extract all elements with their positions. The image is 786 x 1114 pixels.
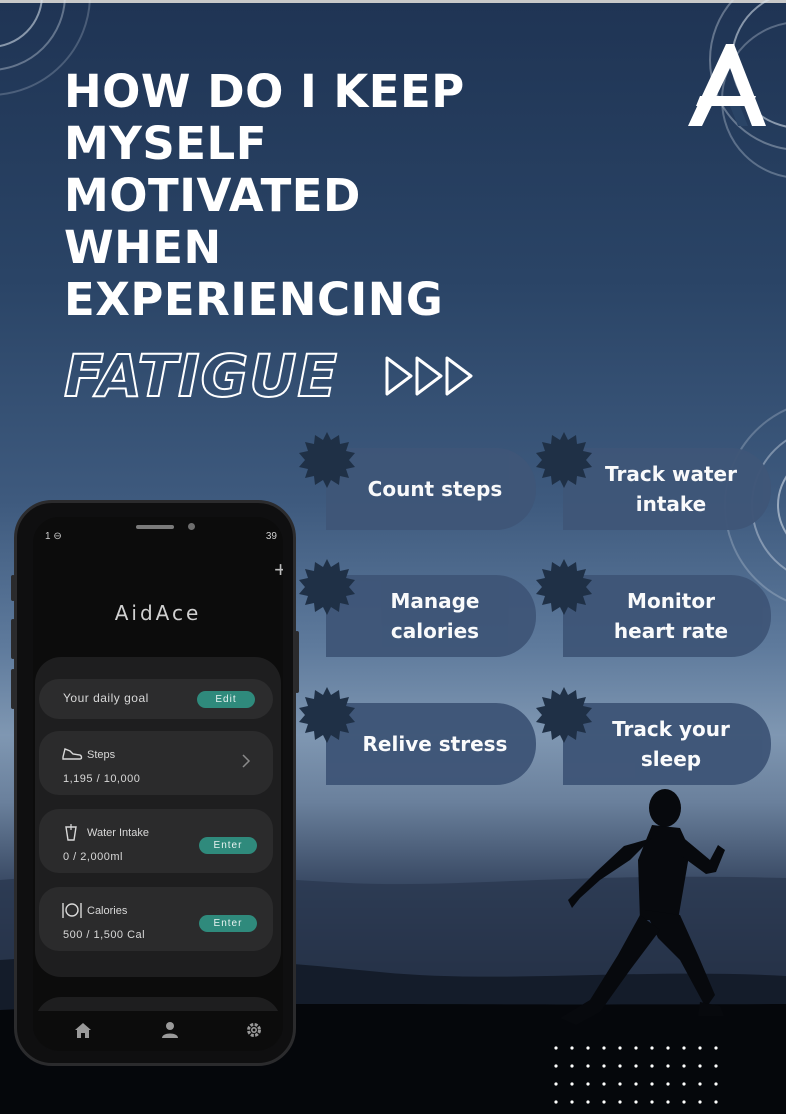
steps-label: Steps bbox=[87, 749, 116, 761]
water-intake-label: Water Intake bbox=[87, 827, 149, 839]
status-bar-right: 39 bbox=[265, 531, 277, 542]
calories-value: 500 / 1,500 Cal bbox=[63, 929, 146, 941]
phone-side-button bbox=[11, 619, 15, 659]
water-enter-button[interactable]: Enter bbox=[199, 837, 257, 854]
phone-side-button bbox=[295, 631, 299, 693]
daily-goal-label: Your daily goal bbox=[63, 691, 149, 705]
steps-value: 1,195 / 10,000 bbox=[63, 773, 141, 785]
phone-side-button bbox=[11, 669, 15, 709]
phone-side-button bbox=[11, 575, 15, 601]
home-icon[interactable] bbox=[74, 1021, 92, 1039]
edit-goal-button[interactable]: Edit bbox=[197, 691, 255, 708]
calories-card: Calories 500 / 1,500 Cal Enter bbox=[39, 887, 273, 951]
bottom-nav bbox=[33, 1011, 283, 1051]
chevron-right-icon[interactable] bbox=[241, 753, 251, 769]
phone-mockup: 1 ⊖ 39 + AidAce Your daily goal Edit Ste… bbox=[11, 500, 299, 1066]
front-camera bbox=[188, 523, 195, 530]
plate-cutlery-icon bbox=[62, 903, 82, 918]
speaker-grille bbox=[136, 525, 174, 529]
profile-icon[interactable] bbox=[161, 1021, 179, 1039]
add-icon[interactable]: + bbox=[274, 559, 283, 581]
calories-label: Calories bbox=[87, 905, 128, 917]
daily-goal-row: Your daily goal Edit bbox=[39, 679, 273, 719]
water-intake-value: 0 / 2,000ml bbox=[63, 851, 123, 863]
phone-screen: 1 ⊖ 39 + AidAce Your daily goal Edit Ste… bbox=[33, 517, 283, 1051]
runner-silhouette bbox=[560, 789, 725, 1025]
dashboard-panel: Your daily goal Edit Steps 1,195 / 10,00… bbox=[35, 657, 281, 977]
app-brand: AidAce bbox=[114, 601, 202, 625]
poster: HOW DO I KEEP MYSELF MOTIVATED WHEN EXPE… bbox=[0, 0, 786, 1114]
water-intake-card: Water Intake 0 / 2,000ml Enter bbox=[39, 809, 273, 873]
shoe-icon bbox=[62, 748, 83, 760]
settings-icon[interactable] bbox=[245, 1021, 263, 1039]
calories-enter-button[interactable]: Enter bbox=[199, 915, 257, 932]
dot-grid bbox=[554, 1046, 718, 1104]
status-bar-left: 1 ⊖ bbox=[45, 531, 62, 542]
water-glass-icon bbox=[65, 824, 77, 841]
steps-card[interactable]: Steps 1,195 / 10,000 bbox=[39, 731, 273, 795]
